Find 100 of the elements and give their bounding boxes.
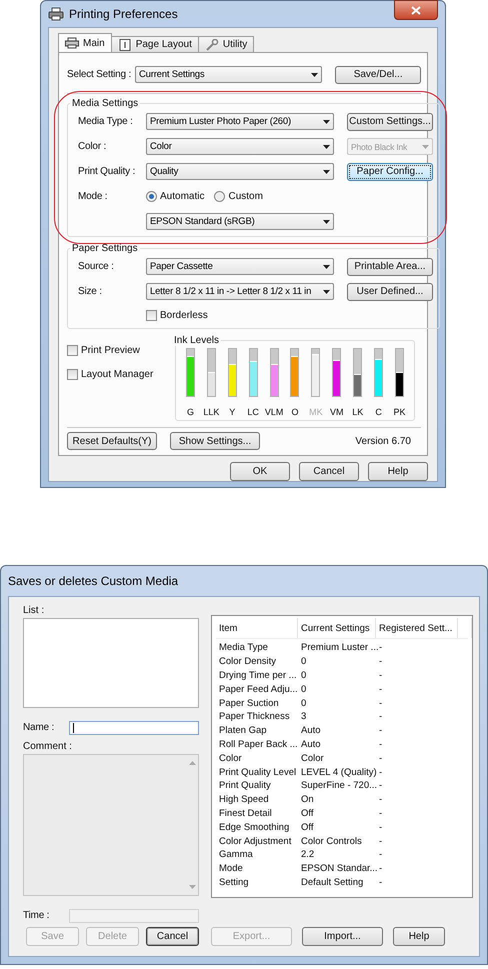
button[interactable]: Reset Defaults(Y) [67, 432, 157, 450]
tab[interactable]: Utility [198, 36, 254, 52]
ink-label: G [186, 407, 194, 417]
field-label: Comment : [23, 741, 73, 752]
button[interactable]: Cancel [299, 462, 359, 481]
dropdown[interactable]: Color [146, 138, 334, 155]
ink-label: PK [394, 407, 406, 417]
table-cell-text: Gamma [218, 849, 254, 860]
dropdown[interactable]: Letter 8 1/2 x 11 in -> Letter 8 1/2 x 11 in [146, 283, 334, 300]
table-cell-text: - [378, 836, 384, 847]
table-cell-text: Paper Suction [218, 698, 280, 709]
button[interactable]: Import... [302, 927, 383, 946]
dropdown[interactable]: Quality [146, 163, 334, 180]
printer-icon [48, 7, 64, 21]
window-title: Printing Preferences [69, 7, 178, 21]
input-field[interactable] [69, 720, 199, 734]
table-cell-text: Auto [300, 725, 322, 736]
table-cell-text: - [378, 738, 384, 750]
caret-icon [323, 170, 330, 174]
field-label: Time : [23, 910, 50, 921]
table-cell-text: 3 [300, 711, 308, 722]
dropdown[interactable]: EPSON Standard (sRGB) [146, 213, 334, 230]
button[interactable]: Custom Settings... [347, 112, 433, 130]
table-cell-text: - [378, 849, 384, 860]
field-label: Mode : [78, 191, 108, 202]
table-cell-text: 0 [300, 656, 308, 668]
ink-label: Y [229, 407, 236, 417]
table-cell-text: Platen Gap [218, 725, 268, 736]
printer-icon [65, 37, 79, 49]
button[interactable]: Help [393, 927, 445, 946]
table-cell-text: - [378, 752, 384, 764]
table-cell-text: LEVEL 4 (Quality) [300, 766, 376, 778]
button[interactable]: Cancel [146, 927, 199, 946]
caret-icon [323, 220, 330, 224]
tab[interactable]: Main [58, 33, 112, 52]
table-cell-text: 0 [300, 684, 308, 695]
button[interactable]: Paper Config... [347, 162, 433, 180]
checkbox[interactable]: Print Preview [67, 345, 175, 356]
table-cell-text: Mode [218, 863, 244, 874]
table-cell-text: EPSON Standar... [300, 863, 376, 874]
table-cell-text: Off [300, 808, 314, 819]
caret-icon [323, 290, 330, 294]
dropdown[interactable]: Paper Cassette [146, 258, 334, 275]
button[interactable]: Printable Area... [347, 258, 433, 276]
checkbox[interactable]: Borderless [146, 310, 208, 320]
table-cell-text: - [378, 766, 384, 778]
table-cell-text: - [378, 794, 384, 806]
table-cell-text: Color Density [218, 656, 278, 668]
column-header[interactable]: Current Settings [298, 618, 376, 638]
field-label: Name : [23, 722, 56, 733]
table-cell-text: - [378, 863, 384, 874]
ink-label: VM [330, 407, 344, 417]
button[interactable]: User Defined... [347, 282, 433, 300]
scroll-down-icon [188, 885, 196, 889]
ink-label: VLM [264, 407, 284, 417]
table-cell-text: Drying Time per ... [218, 670, 298, 681]
comment-field[interactable] [23, 754, 199, 896]
list-box[interactable] [23, 618, 199, 708]
caret-icon [323, 120, 330, 124]
radio-option[interactable]: Custom [214, 191, 263, 202]
caret-icon [422, 144, 429, 148]
table-cell-text: - [378, 670, 384, 681]
table-cell-text: Off [300, 822, 314, 833]
ink-label: LLK [203, 407, 220, 417]
button[interactable]: Show Settings... [170, 432, 260, 450]
group-title: Paper Settings [71, 243, 139, 254]
wrench-icon [204, 38, 219, 50]
tab[interactable]: Page Layout [110, 36, 199, 52]
button[interactable]: OK [230, 462, 290, 481]
field-label: Print Quality : [78, 166, 136, 177]
ink-label: LC [247, 407, 259, 417]
caret-icon [311, 72, 318, 76]
column-header[interactable]: Registered Sett... [376, 618, 458, 638]
table-cell-text: - [378, 684, 384, 695]
close-button[interactable] [394, 0, 438, 20]
radio-option[interactable]: Automatic [146, 191, 204, 202]
table-cell-text: - [378, 822, 384, 833]
dropdown[interactable]: Current Settings [135, 66, 322, 83]
dropdown[interactable]: Premium Luster Photo Paper (260) [146, 113, 334, 130]
table-cell-text: Setting [218, 876, 250, 888]
button[interactable]: Save/Del... [335, 66, 421, 84]
table-cell-text: - [378, 808, 384, 819]
table-cell-text: Paper Feed Adju... [218, 684, 298, 695]
table-cell-text: SuperFine - 720... [300, 780, 376, 792]
window-title: Saves or deletes Custom Media [8, 574, 178, 588]
column-header[interactable]: Item [216, 618, 298, 638]
field-label: List : [23, 605, 46, 616]
caret-icon [323, 144, 330, 148]
version-text: Version 6.70 [355, 436, 411, 446]
table-cell-text: Edge Smoothing [218, 822, 290, 833]
ink-label: LK [352, 407, 364, 417]
table-cell-text: Media Type [218, 642, 269, 654]
table-cell-text: 0 [300, 698, 308, 709]
group-title: Ink Levels [173, 335, 220, 346]
table-cell-text: On [300, 794, 315, 806]
table-cell-text: - [378, 725, 384, 736]
ink-label: C [375, 407, 382, 417]
button[interactable]: Help [368, 462, 428, 481]
table-cell-text: Color Adjustment [218, 836, 292, 847]
checkbox[interactable]: Layout Manager [67, 369, 175, 380]
